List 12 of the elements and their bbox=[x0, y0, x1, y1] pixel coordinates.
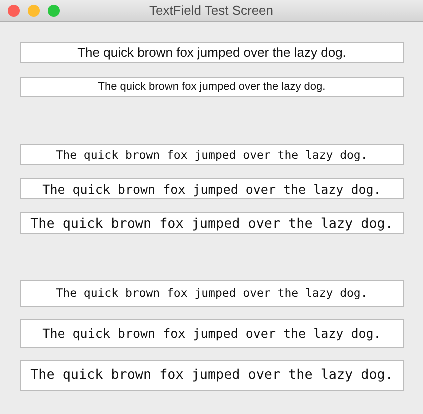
text-field[interactable]: The quick brown fox jumped over the lazy dog. bbox=[20, 144, 404, 165]
text-field[interactable]: The quick brown fox jumped over the lazy dog. bbox=[20, 280, 404, 307]
minimize-button[interactable] bbox=[28, 5, 40, 17]
text-field[interactable]: The quick brown fox jumped over the lazy dog. bbox=[20, 319, 404, 348]
zoom-button[interactable] bbox=[48, 5, 60, 17]
text-field[interactable]: The quick brown fox jumped over the lazy dog. bbox=[20, 360, 404, 391]
text-field[interactable]: The quick brown fox jumped over the lazy dog. bbox=[20, 178, 404, 199]
text-field[interactable]: The quick brown fox jumped over the lazy dog. bbox=[20, 42, 404, 63]
text-field[interactable]: The quick brown fox jumped over the lazy dog. bbox=[20, 212, 404, 234]
close-button[interactable] bbox=[8, 5, 20, 17]
window-title: TextField Test Screen bbox=[149, 3, 274, 18]
text-field[interactable]: The quick brown fox jumped over the lazy dog. bbox=[20, 77, 404, 97]
